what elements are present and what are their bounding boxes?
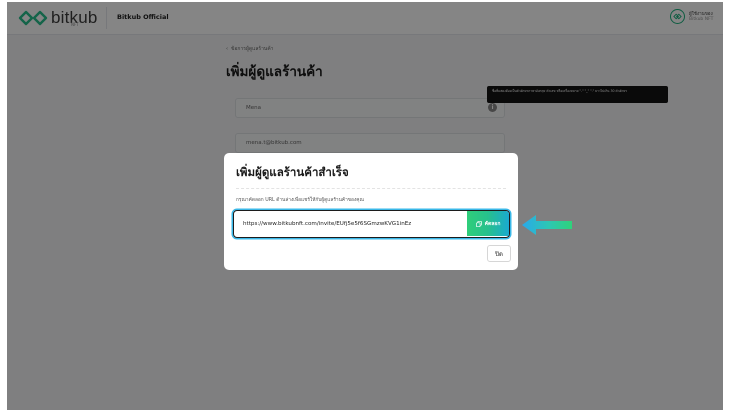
- arrow-left-icon: [522, 215, 572, 235]
- copy-button[interactable]: คัดลอก: [467, 211, 509, 236]
- modal-title: เพิ่มผู้ดูแลร้านค้าสำเร็จ: [236, 165, 349, 179]
- modal-divider: [236, 188, 506, 189]
- invite-link-box: https://www.bitkubnft.com/invite/EUfj5e5…: [233, 210, 510, 238]
- screen-frame-right: [723, 0, 730, 417]
- invite-url[interactable]: https://www.bitkubnft.com/invite/EUfj5e5…: [243, 211, 411, 236]
- copy-icon: [475, 220, 482, 227]
- modal-description: กรุณาคัดลอก URL ด้านล่างเพื่อแชร์ให้กับผ…: [236, 198, 364, 203]
- screen-frame-left: [0, 0, 7, 417]
- invite-success-modal: เพิ่มผู้ดูแลร้านค้าสำเร็จ กรุณาคัดลอก UR…: [224, 153, 518, 270]
- app-window: bitkub NFT Bitkub Official ผู้ใช้งานของ …: [7, 2, 723, 410]
- screen-frame-bottom: [0, 410, 730, 417]
- close-button[interactable]: ปิด: [487, 245, 511, 262]
- copy-button-label: คัดลอก: [484, 220, 501, 227]
